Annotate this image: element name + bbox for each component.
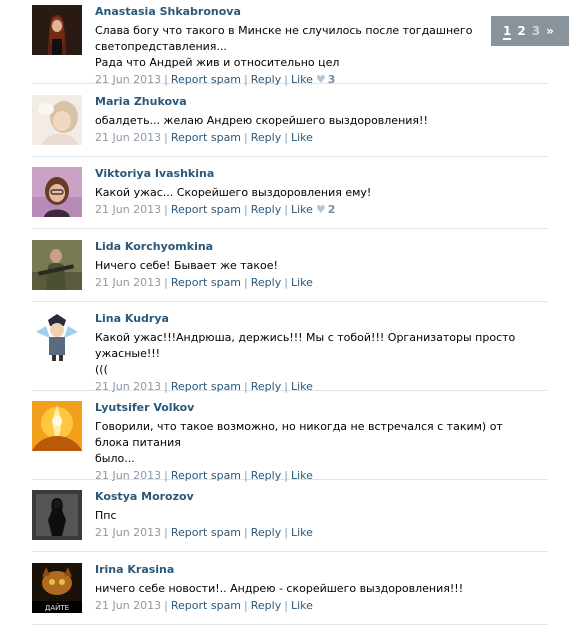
heart-icon[interactable]: ♥	[313, 73, 328, 86]
reply-link[interactable]: Reply	[251, 526, 281, 539]
page-2-link[interactable]: 2	[517, 24, 525, 38]
avatar[interactable]	[32, 401, 82, 451]
avatar[interactable]	[32, 490, 82, 540]
like-link[interactable]: Like	[291, 276, 313, 289]
comment-item: Anastasia Shkabronova Слава богу что так…	[32, 5, 548, 86]
comment-meta: 21 Jun 2013 | Report spam | Reply | Like	[95, 131, 313, 144]
reply-link[interactable]: Reply	[251, 276, 281, 289]
comment-text: обалдеть... желаю Андрею скорейшего вызд…	[95, 114, 428, 127]
author-name[interactable]: Irina Krasina	[95, 563, 548, 577]
report-spam-link[interactable]: Report spam	[171, 73, 241, 86]
comment-date[interactable]: 21 Jun 2013	[95, 380, 161, 393]
comment-text: Ппс	[95, 509, 117, 522]
author-name[interactable]: Viktoriya Ivashkina	[95, 167, 548, 181]
report-spam-link[interactable]: Report spam	[171, 599, 241, 612]
like-link[interactable]: Like	[291, 469, 313, 482]
comment-item: Lyutsifer Volkov Говорили, что такое воз…	[32, 401, 548, 482]
comment-text: Какой ужас... Скорейшего выздоровления е…	[95, 186, 372, 199]
next-page-icon[interactable]: »	[546, 24, 554, 38]
avatar[interactable]	[32, 240, 82, 290]
like-link[interactable]: Like	[291, 203, 313, 216]
author-name[interactable]: Anastasia Shkabronova	[95, 5, 548, 19]
like-link[interactable]: Like	[291, 131, 313, 144]
author-name[interactable]: Maria Zhukova	[95, 95, 548, 109]
comment-item: Viktoriya Ivashkina Какой ужас... Скорей…	[32, 167, 548, 229]
like-link[interactable]: Like	[291, 599, 313, 612]
report-spam-link[interactable]: Report spam	[171, 526, 241, 539]
avatar[interactable]	[32, 167, 82, 217]
report-spam-link[interactable]: Report spam	[171, 276, 241, 289]
comment-date[interactable]: 21 Jun 2013	[95, 131, 161, 144]
reply-link[interactable]: Reply	[251, 380, 281, 393]
reply-link[interactable]: Reply	[251, 203, 281, 216]
comment-meta: 21 Jun 2013 | Report spam | Reply | Like	[95, 526, 313, 539]
comment-date[interactable]: 21 Jun 2013	[95, 203, 161, 216]
reply-link[interactable]: Reply	[251, 73, 281, 86]
comment-text: Ничего себе! Бывает же такое!	[95, 259, 278, 272]
comment-meta: 21 Jun 2013 | Report spam | Reply | Like	[95, 276, 313, 289]
like-link[interactable]: Like	[291, 73, 313, 86]
reply-link[interactable]: Reply	[251, 131, 281, 144]
comment-date[interactable]: 21 Jun 2013	[95, 469, 161, 482]
comment-item: Lida Korchyomkina Ничего себе! Бывает же…	[32, 240, 548, 302]
comment-item: Lina Kudrya Какой ужас!!!Андрюша, держис…	[32, 312, 548, 393]
pagination-overlay: 1 2 3 »	[491, 16, 569, 46]
avatar[interactable]: ДАЙТЕ	[32, 563, 82, 613]
like-count: 2	[327, 203, 336, 216]
like-count: 3	[327, 73, 336, 86]
avatar[interactable]	[32, 95, 82, 145]
report-spam-link[interactable]: Report spam	[171, 469, 241, 482]
author-name[interactable]: Lyutsifer Volkov	[95, 401, 548, 415]
comment-date[interactable]: 21 Jun 2013	[95, 599, 161, 612]
author-name[interactable]: Kostya Morozov	[95, 490, 548, 504]
comment-item: ДАЙТЕ Irina Krasina ничего себе новости!…	[32, 563, 548, 625]
comment-text: Говорили, что такое возможно, но никогда…	[95, 420, 503, 465]
comment-item: Maria Zhukova обалдеть... желаю Андрею с…	[32, 95, 548, 157]
reply-link[interactable]: Reply	[251, 599, 281, 612]
comment-text: Какой ужас!!!Андрюша, держись!!! Мы с то…	[95, 331, 516, 376]
report-spam-link[interactable]: Report spam	[171, 131, 241, 144]
page-1-link[interactable]: 1	[503, 24, 512, 40]
page-3-link[interactable]: 3	[532, 24, 540, 38]
reply-link[interactable]: Reply	[251, 469, 281, 482]
report-spam-link[interactable]: Report spam	[171, 203, 241, 216]
comment-text: ничего себе новости!.. Андрею - скорейше…	[95, 582, 464, 595]
author-name[interactable]: Lida Korchyomkina	[95, 240, 548, 254]
heart-icon[interactable]: ♥	[313, 203, 328, 216]
avatar-caption: ДАЙТЕ	[45, 603, 69, 612]
comment-date[interactable]: 21 Jun 2013	[95, 73, 161, 86]
author-name[interactable]: Lina Kudrya	[95, 312, 548, 326]
avatar[interactable]	[32, 312, 82, 362]
comment-date[interactable]: 21 Jun 2013	[95, 526, 161, 539]
comment-meta: 21 Jun 2013 | Report spam | Reply | Like ♥ 3	[95, 73, 336, 86]
comment-meta: 21 Jun 2013 | Report spam | Reply | Like ♥ 2	[95, 203, 336, 216]
comment-meta: 21 Jun 2013 | Report spam | Reply | Like	[95, 599, 313, 612]
report-spam-link[interactable]: Report spam	[171, 380, 241, 393]
like-link[interactable]: Like	[291, 526, 313, 539]
avatar[interactable]	[32, 5, 82, 55]
comment-text: Слава богу что такого в Минске не случил…	[95, 24, 473, 69]
comment-meta: 21 Jun 2013 | Report spam | Reply | Like	[95, 380, 313, 393]
comment-date[interactable]: 21 Jun 2013	[95, 276, 161, 289]
comment-item: Kostya Morozov Ппс 21 Jun 2013 | Report sp…	[32, 490, 548, 552]
like-link[interactable]: Like	[291, 380, 313, 393]
comment-meta: 21 Jun 2013 | Report spam | Reply | Like	[95, 469, 313, 482]
